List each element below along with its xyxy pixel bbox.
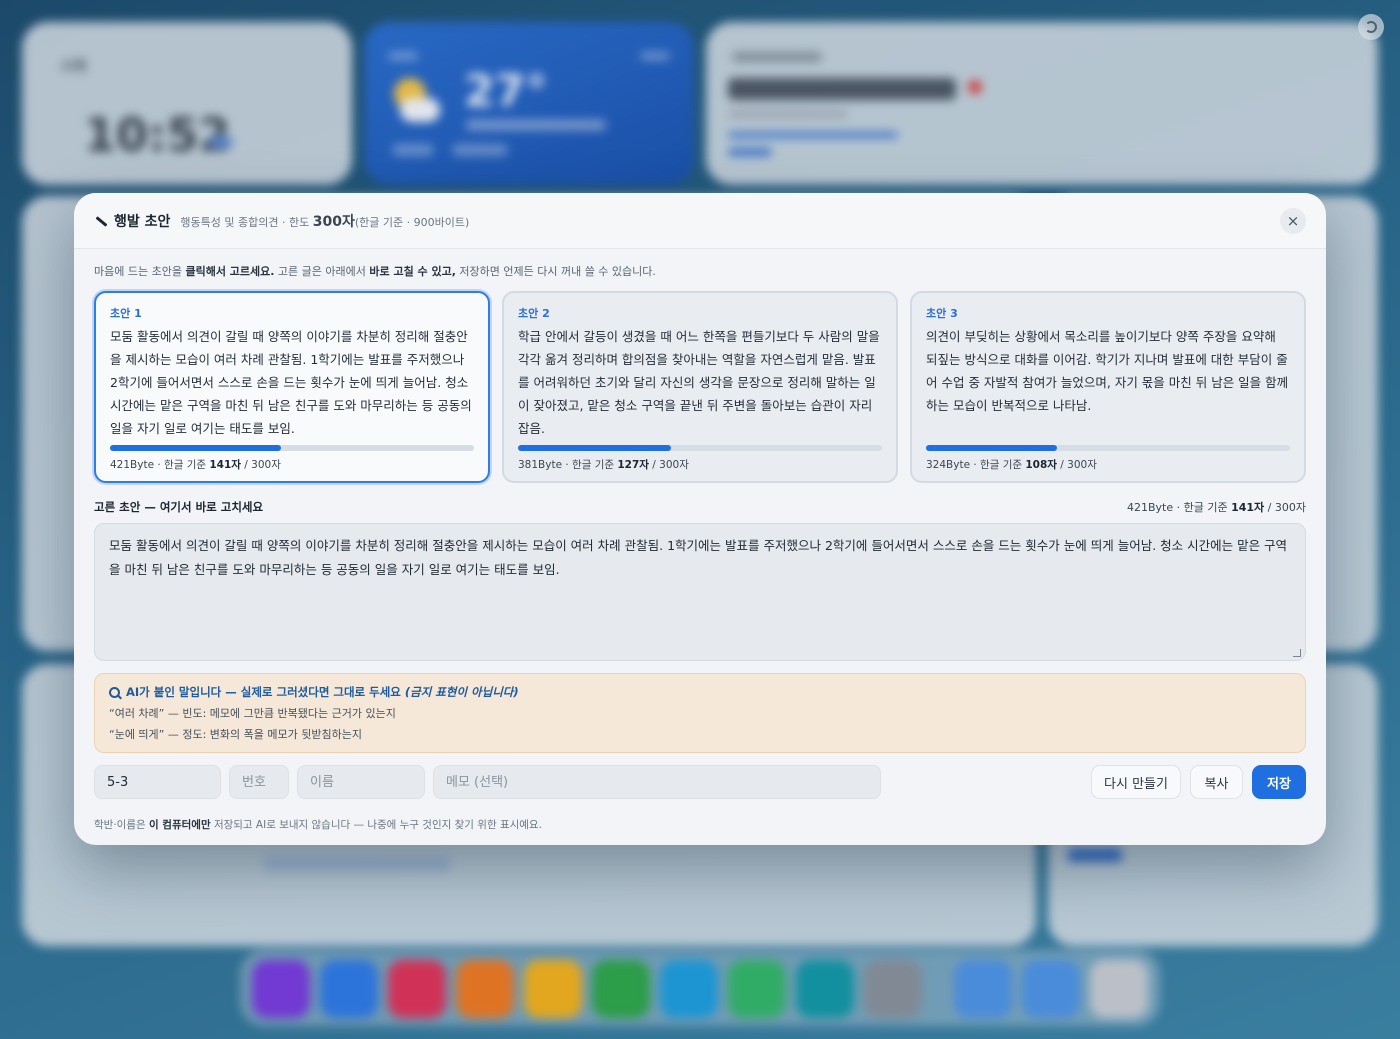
close-button[interactable]: × [1280,207,1306,234]
ai-note-line: “눈에 띄게” — 정도: 변화의 폭을 메모가 뒷받침하는지 [109,728,362,741]
draft-label: 초안 2 [518,307,550,320]
length-progress-fill [926,445,1058,451]
draft-length-meta: 324Byte · 한글 기준 108자 / 300자 [926,459,1097,471]
draft-modal: 행발 초안 행동특성 및 종합의견 · 한도 300자(한글 기준 · 900바… [74,193,1326,845]
editor-text: 모둠 활동에서 의견이 갈릴 때 양쪽의 이야기를 차분히 정리해 절충안을 제… [109,538,1288,577]
class-input[interactable] [94,765,221,799]
draft-text: 의견이 부딪히는 상황에서 목소리를 높이기보다 양쪽 주장을 요약해 되짚는 … [926,329,1289,413]
editor-header: 고른 초안 — 여기서 바로 고치세요 421Byte · 한글 기준 141자… [94,499,1306,515]
length-progress-bar [518,445,882,451]
draft-card-2[interactable]: 초안 2 학급 안에서 갈등이 생겼을 때 어느 한쪽을 편들기보다 두 사람의… [502,291,898,483]
ai-phrase-notice: AI가 붙인 말입니다 — 실제로 그러셨다면 그대로 두세요 (금지 표현이 아… [94,673,1306,753]
length-progress-fill [518,445,671,451]
draft-text: 모둠 활동에서 의견이 갈릴 때 양쪽의 이야기를 차분히 정리해 절충안을 제… [110,329,472,436]
regenerate-button[interactable]: 다시 만들기 [1091,765,1181,799]
magnifier-icon [109,686,120,698]
draft-label: 초안 1 [110,307,142,320]
modal-title: 행발 초안 [114,213,171,230]
student-info-row: 다시 만들기 복사 저장 [94,765,1306,799]
privacy-footnote: 학반·이름은 이 컴퓨터에만 저장되고 AI로 보내지 않습니다 — 나중에 누… [94,819,542,831]
draft-card-1[interactable]: 초안 1 모둠 활동에서 의견이 갈릴 때 양쪽의 이야기를 차분히 정리해 절… [94,291,490,483]
resize-handle[interactable] [1293,649,1301,657]
name-input[interactable] [297,765,425,799]
length-progress-bar [926,445,1290,451]
number-input[interactable] [229,765,289,799]
instruction-text: 마음에 드는 초안을 클릭해서 고르세요. 고른 글은 아래에서 바로 고칠 수… [94,265,656,278]
draft-label: 초안 3 [926,307,958,320]
pencil-icon [94,214,108,228]
draft-length-meta: 421Byte · 한글 기준 141자 / 300자 [110,459,281,471]
modal-subtitle: 행동특성 및 종합의견 · 한도 300자(한글 기준 · 900바이트) [180,213,470,230]
length-progress-fill [110,445,282,451]
draft-text: 학급 안에서 갈등이 생겼을 때 어느 한쪽을 편들기보다 두 사람의 말을 각… [518,329,880,436]
save-button[interactable]: 저장 [1252,765,1306,799]
modal-header: 행발 초안 행동특성 및 종합의견 · 한도 300자(한글 기준 · 900바… [74,193,1326,249]
draft-card-3[interactable]: 초안 3 의견이 부딪히는 상황에서 목소리를 높이기보다 양쪽 주장을 요약해… [910,291,1306,483]
editor-title: 고른 초안 — 여기서 바로 고치세요 [94,500,264,514]
editor-length-meta: 421Byte · 한글 기준 141자 / 300자 [1126,501,1306,514]
length-progress-bar [110,445,474,451]
ai-note-line: “여러 차례” — 빈도: 메모에 그만큼 반복됐다는 근거가 있는지 [109,707,396,720]
memo-input[interactable] [433,765,881,799]
draft-length-meta: 381Byte · 한글 기준 127자 / 300자 [518,459,689,471]
draft-options: 초안 1 모둠 활동에서 의견이 갈릴 때 양쪽의 이야기를 차분히 정리해 절… [94,291,1306,483]
copy-button[interactable]: 복사 [1190,765,1243,799]
draft-editor-textarea[interactable]: 모둠 활동에서 의견이 갈릴 때 양쪽의 이야기를 차분히 정리해 절충안을 제… [94,523,1306,661]
ai-note-title: AI가 붙인 말입니다 — 실제로 그러셨다면 그대로 두세요 (금지 표현이 아… [109,684,1291,700]
